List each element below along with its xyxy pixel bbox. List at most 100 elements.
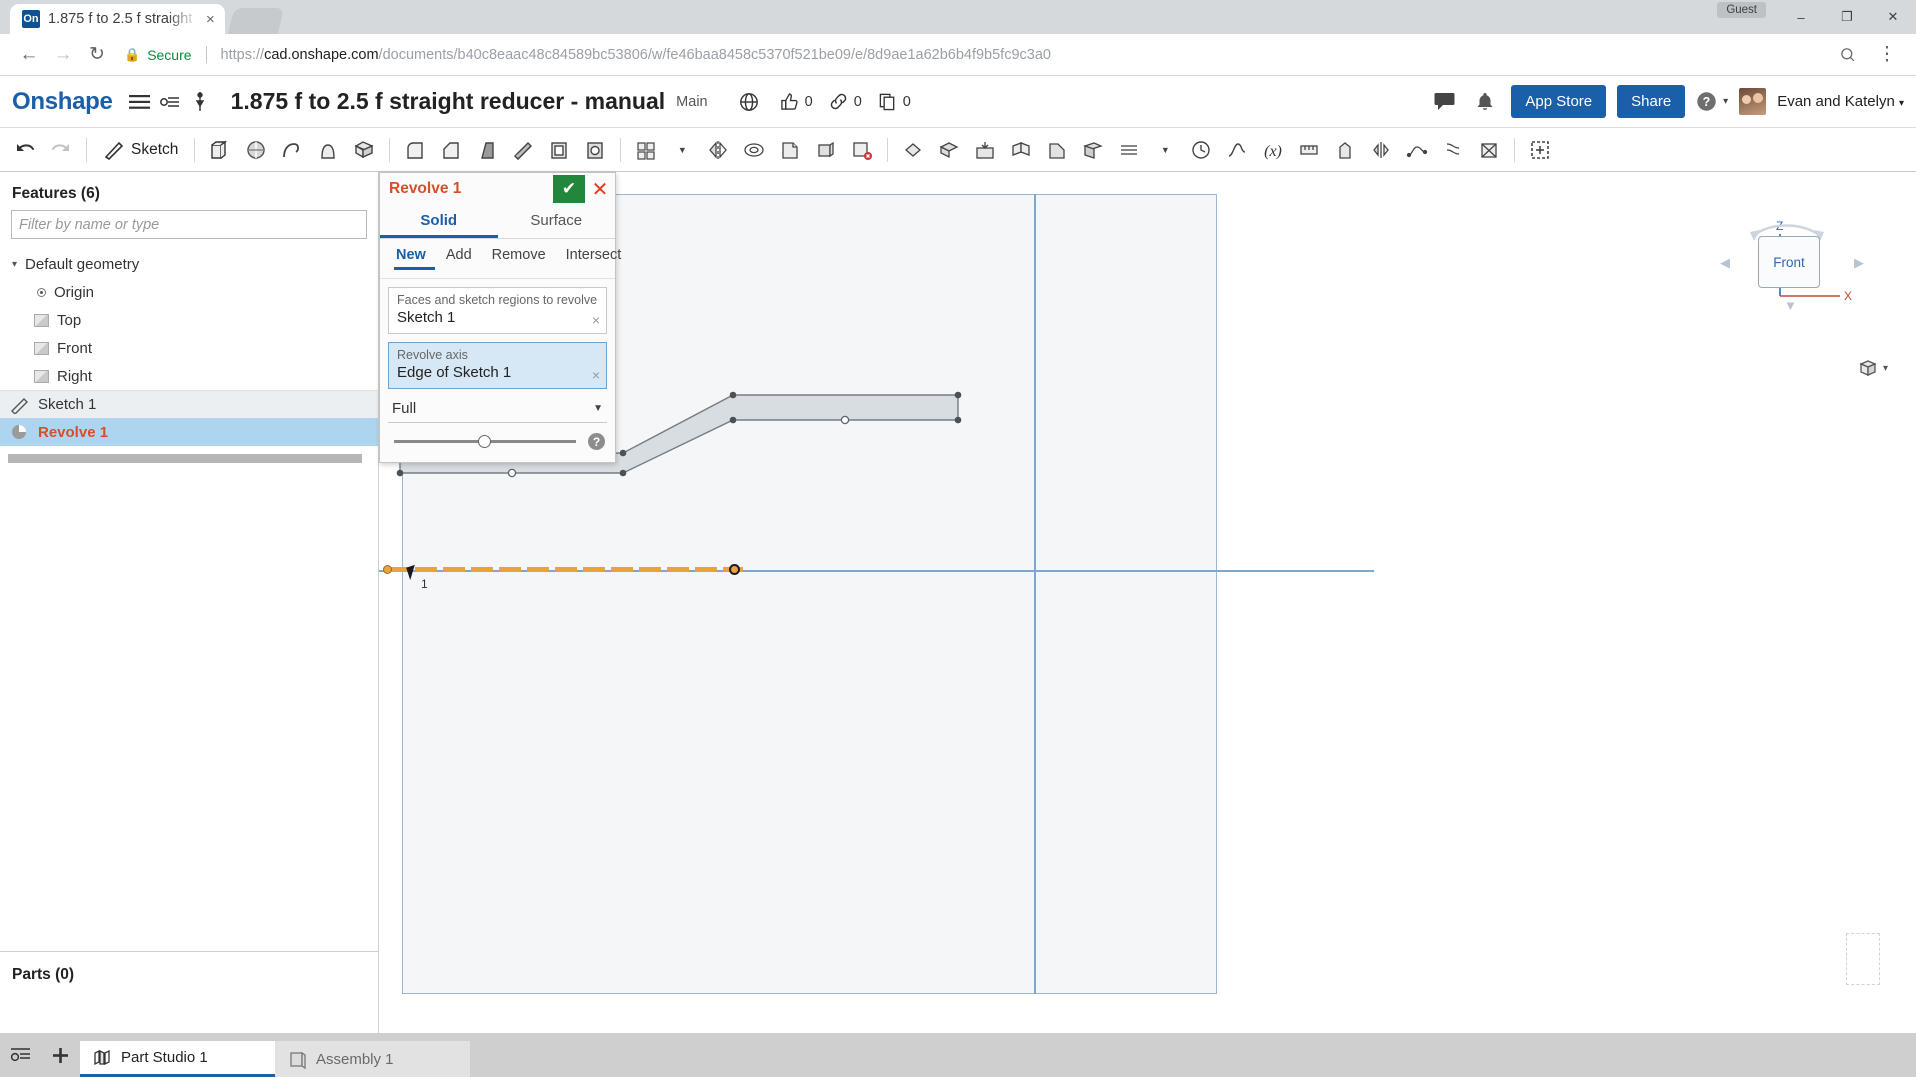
revolve-axis-field[interactable]: Revolve axis Edge of Sketch 1 ×: [388, 342, 607, 389]
fillet-icon[interactable]: [398, 133, 432, 167]
bell-icon[interactable]: [1470, 87, 1500, 117]
tab-assembly-1[interactable]: Assembly 1: [275, 1041, 470, 1077]
plane-tool-icon[interactable]: [1076, 133, 1110, 167]
links-counter[interactable]: 0: [829, 92, 862, 111]
avatar[interactable]: [1739, 88, 1767, 115]
url-input[interactable]: 🔒 Secure https://cad.onshape.com/documen…: [124, 41, 1830, 69]
likes-counter[interactable]: 0: [780, 92, 813, 111]
sidebar-item-revolve-1[interactable]: Revolve 1: [0, 418, 378, 446]
mirror-part-icon[interactable]: [1364, 133, 1398, 167]
bookmark-star-icon[interactable]: [1830, 38, 1864, 72]
chevron-down-icon[interactable]: ▾: [12, 259, 17, 270]
tab-solid[interactable]: Solid: [380, 205, 498, 238]
clear-icon[interactable]: ×: [592, 312, 600, 328]
accept-button[interactable]: ✔: [553, 175, 585, 203]
hamburger-icon[interactable]: [125, 87, 155, 117]
loft-icon[interactable]: [311, 133, 345, 167]
variable-icon[interactable]: (x): [1256, 133, 1290, 167]
close-icon[interactable]: ×: [206, 12, 215, 27]
import-icon[interactable]: [968, 133, 1002, 167]
onshape-logo[interactable]: Onshape: [12, 88, 113, 116]
composite-part-icon[interactable]: [1472, 133, 1506, 167]
extent-select[interactable]: Full ▼: [388, 400, 607, 423]
clear-icon[interactable]: ×: [592, 367, 600, 383]
user-menu[interactable]: Evan and Katelyn ▾: [1777, 93, 1904, 110]
sidebar-item-front[interactable]: Front: [0, 334, 378, 362]
op-intersect[interactable]: Intersect: [564, 245, 631, 270]
app-store-button[interactable]: App Store: [1511, 85, 1607, 118]
view-cube[interactable]: Z X Front ◀ ▶ ▼: [1716, 210, 1866, 330]
axis-end-point[interactable]: [729, 564, 740, 575]
maximize-icon[interactable]: ❐: [1824, 0, 1870, 34]
layers-icon[interactable]: [1112, 133, 1146, 167]
op-new[interactable]: New: [394, 245, 435, 270]
tree-group-default-geometry[interactable]: ▾ Default geometry: [0, 250, 378, 278]
transform-icon[interactable]: [809, 133, 843, 167]
revolve-icon[interactable]: [239, 133, 273, 167]
help-button[interactable]: ? ▾: [1696, 91, 1728, 112]
sidebar-item-right[interactable]: Right: [0, 362, 378, 390]
measure-icon[interactable]: [1292, 133, 1326, 167]
sketch-button[interactable]: Sketch: [95, 133, 186, 167]
view-down-arrow-icon[interactable]: ▼: [1784, 298, 1797, 313]
add-tab-button[interactable]: [40, 1033, 80, 1077]
split-icon[interactable]: [896, 133, 930, 167]
help-icon[interactable]: ?: [588, 433, 605, 450]
chrome-menu-icon[interactable]: ⋮: [1870, 38, 1904, 72]
pattern-icon[interactable]: [629, 133, 663, 167]
shell-icon[interactable]: [542, 133, 576, 167]
draft-icon[interactable]: [470, 133, 504, 167]
copies-counter[interactable]: 0: [878, 92, 911, 111]
angle-slider[interactable]: [394, 435, 576, 448]
tab-filter-icon[interactable]: [0, 1033, 40, 1077]
add-custom-feature-icon[interactable]: [1523, 133, 1557, 167]
op-add[interactable]: Add: [444, 245, 481, 270]
slider-knob[interactable]: [477, 435, 491, 448]
thicken-icon[interactable]: [347, 133, 381, 167]
cancel-button[interactable]: ✕: [585, 175, 615, 203]
view-right-arrow-icon[interactable]: ▶: [1854, 255, 1864, 271]
window-close-icon[interactable]: ✕: [1870, 0, 1916, 34]
layers-caret-icon[interactable]: ▼: [1148, 133, 1182, 167]
sheet-metal-icon[interactable]: [1004, 133, 1038, 167]
view-cube-front-face[interactable]: Front: [1758, 236, 1820, 288]
mirror-icon[interactable]: [701, 133, 735, 167]
view-left-arrow-icon[interactable]: ◀: [1720, 255, 1730, 271]
undo-icon[interactable]: [8, 133, 42, 167]
helix-icon[interactable]: [1436, 133, 1470, 167]
insert-icon[interactable]: [185, 87, 215, 117]
document-title[interactable]: 1.875 f to 2.5 f straight reducer - manu…: [231, 88, 666, 115]
new-tab-button[interactable]: [227, 8, 285, 34]
rib-icon[interactable]: [506, 133, 540, 167]
op-remove[interactable]: Remove: [490, 245, 555, 270]
tab-part-studio-1[interactable]: Part Studio 1: [80, 1041, 275, 1077]
enclose-icon[interactable]: [578, 133, 612, 167]
display-style-control[interactable]: ▾: [1857, 358, 1888, 378]
chamfer-icon[interactable]: [434, 133, 468, 167]
minimize-icon[interactable]: ‒: [1778, 0, 1824, 34]
axis-start-point[interactable]: [383, 565, 392, 574]
sidebar-item-sketch-1[interactable]: Sketch 1: [0, 390, 378, 418]
comment-icon[interactable]: [1429, 87, 1459, 117]
move-face-icon[interactable]: [932, 133, 966, 167]
browser-tab[interactable]: On 1.875 f to 2.5 f straight re ×: [10, 4, 225, 34]
hole-icon[interactable]: [737, 133, 771, 167]
clock-icon[interactable]: [1184, 133, 1218, 167]
guest-profile-chip[interactable]: Guest: [1717, 2, 1766, 18]
delete-face-icon[interactable]: [845, 133, 879, 167]
sweep-icon[interactable]: [275, 133, 309, 167]
pattern-caret-icon[interactable]: ▼: [665, 133, 699, 167]
revolve-axis-highlight[interactable]: [387, 567, 743, 572]
faces-field[interactable]: Faces and sketch regions to revolve Sket…: [388, 287, 607, 334]
mate-connector-icon[interactable]: [1328, 133, 1362, 167]
reload-icon[interactable]: ↻: [80, 38, 114, 72]
version-graph-icon[interactable]: [155, 87, 185, 117]
boolean-icon[interactable]: [773, 133, 807, 167]
back-icon[interactable]: ←: [12, 38, 46, 72]
rollback-bar[interactable]: [8, 454, 362, 463]
curve-icon[interactable]: [1220, 133, 1254, 167]
globe-icon[interactable]: [734, 87, 764, 117]
tab-surface[interactable]: Surface: [498, 205, 616, 238]
extrude-icon[interactable]: [203, 133, 237, 167]
branch-label[interactable]: Main: [676, 94, 707, 110]
